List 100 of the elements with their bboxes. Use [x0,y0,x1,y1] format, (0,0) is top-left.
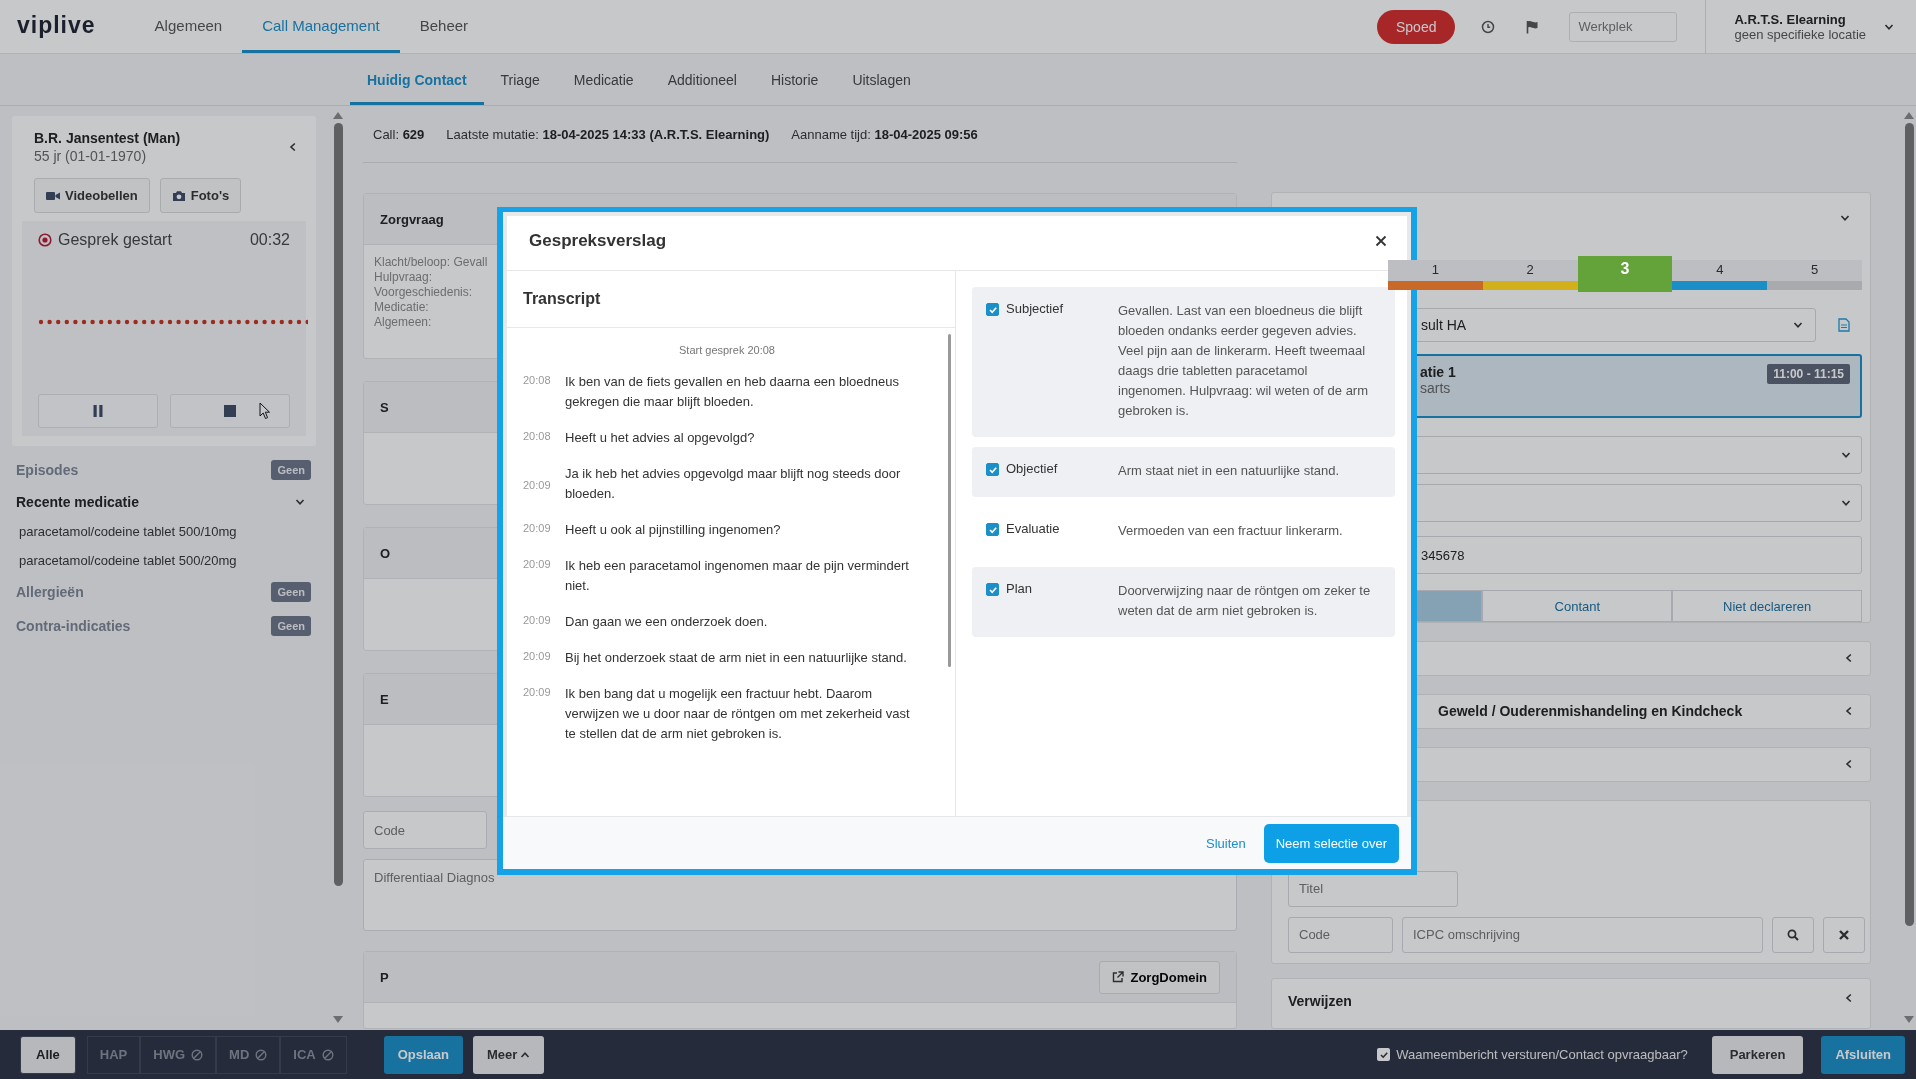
checkbox[interactable] [986,583,999,596]
chevron-icon[interactable] [1793,320,1803,330]
scrollbar-thumb[interactable] [333,123,343,886]
chevron-icon[interactable] [1844,759,1854,770]
checkbox[interactable] [986,523,999,536]
sub-tab[interactable]: Additioneel [650,57,754,105]
message-text: Ik ben bang dat u mogelijk een fractuur hebt. Daarom verwijzen we u door naar de röntgen om met zekerheid vast te stellen dat de arm niet gebroken is. [565,685,911,743]
payment-option[interactable]: Contant [1482,590,1673,622]
chevron-icon[interactable] [1841,498,1851,508]
user-name: A.R.T.S. Elearning [1734,11,1847,27]
close-link[interactable]: Sluiten [1197,827,1254,859]
section-title[interactable]: Recente medicatie [16,494,139,510]
call-status: Gesprek gestart [58,231,172,249]
panel-title: O [380,545,391,561]
section-text: Arm staat niet in een natuurlijke stand. [1118,462,1340,480]
video-call-button[interactable]: Videobellen [34,178,150,213]
section-text: Doorverwijzing naar de röntgen om zeker te weten dat de arm niet gebroken is. [1118,582,1372,620]
section-label: Subjectief [1006,301,1065,316]
message-time: 20:09 [523,649,552,662]
scrollbar-thumb[interactable] [948,334,951,667]
nav-tab[interactable]: Beheer [399,0,489,53]
message-text: Heeft u ook al pijnstilling ingenomen? [565,521,781,539]
checkbox[interactable] [986,463,999,476]
dialog-title: Gespreksverslag [529,231,667,251]
blocked-icon [321,1048,334,1061]
transcript-start: Start gesprek 20:08 [679,344,775,356]
close-icon [1838,928,1850,941]
chevron-icon[interactable] [1844,993,1854,1004]
urgency-level[interactable]: 2 [1482,260,1578,290]
message-text: Dan gaan we een onderzoek doen. [565,613,768,631]
report-section[interactable]: Objectief Arm staat niet in een natuurlijke stand. [972,447,1395,497]
sub-tab[interactable]: Triage [483,57,557,105]
urgency-level[interactable]: 4 [1672,260,1768,290]
chevron-icon[interactable] [1844,706,1854,717]
blocked-icon [191,1048,204,1061]
chevron-icon[interactable] [288,142,298,152]
chevron-icon[interactable] [1841,450,1851,460]
clear-button[interactable] [1823,916,1865,953]
blocked-icon [255,1048,268,1061]
message-time: 20:09 [523,613,552,626]
scroll-down-icon[interactable] [333,1016,343,1023]
stop-icon [224,405,236,417]
medication-item[interactable]: paracetamol/codeine tablet 500/20mg [19,553,316,568]
app-logo[interactable]: viplive [17,12,96,39]
chevron-icon[interactable] [1840,213,1850,223]
urgency-level[interactable]: 1 [1388,260,1483,290]
panel-title: Geweld / Ouderenmishandeling en Kindcheck [1438,703,1743,720]
call-info: Aanname tijd: 18-04-2025 09:56 [791,126,978,142]
checkbox-label[interactable]: Waameembericht versturen/Contact opvraagbaar? [1396,1047,1688,1062]
checkbox[interactable] [1377,1048,1391,1061]
question-line: Voorgeschiedenis: [374,285,473,300]
document-icon[interactable] [1838,318,1850,332]
count-badge: Geen [271,582,311,602]
code-field[interactable]: Code [363,811,487,849]
stop-button[interactable] [170,394,290,428]
message-text: Ik heb een paracetamol ingenomen maar de pijn vermindert niet. [565,557,910,595]
nav-tab[interactable]: Algemeen [134,0,243,53]
description-field[interactable]: ICPC omschrijving [1402,916,1763,953]
photos-button[interactable]: Foto's [159,178,242,213]
panel-title: Zorgvraag [380,211,444,227]
medication-item[interactable]: paracetamol/codeine tablet 500/10mg [19,524,316,539]
question-line: Medicatie: [374,300,429,315]
report-section[interactable]: Evaluatie Vermoeden van een fractuur linkerarm. [972,507,1395,557]
more-button[interactable]: Meer [473,1035,545,1074]
report-section[interactable]: Plan Doorverwijzing naar de röntgen om zeker te weten dat de arm niet gebroken is. [972,567,1395,637]
scroll-down-icon[interactable] [1904,1016,1914,1023]
chevron-icon[interactable] [295,497,305,507]
record-icon [38,233,52,247]
section-text: Gevallen. Last van een bloedneus die blijft bloeden ondanks eerder gegeven advies. Veel pijn aan de linkerarm. Heeft tweemaal daags drie tabletten paracetamol ingenomen. Hulpvraag: wil weten of de arm gebroken is. [1118,302,1370,420]
clock-icon[interactable] [1481,19,1496,34]
sub-tab[interactable]: Medicatie [556,57,651,105]
close-icon[interactable] [1375,235,1387,247]
report-section[interactable] [972,287,1395,437]
panel-title: Verwijzen [1288,993,1352,1010]
urgent-button[interactable]: Spoed [1377,9,1456,44]
filter-button[interactable]: Alle [20,1035,76,1074]
sub-tab[interactable]: Uitslagen [835,57,928,105]
question-line: Algemeen: [374,315,432,330]
external-link-icon [1112,971,1125,983]
message-time: 20:09 [523,685,552,698]
call-info: Laatste mutatie: 18-04-2025 14:33 (A.R.T.S. Elearning) [446,126,770,142]
message-time: 20:09 [523,557,552,570]
zorgdomein-button[interactable]: ZorgDomein [1099,960,1220,994]
park-button[interactable]: Parkeren [1711,1035,1804,1074]
urgency-level[interactable]: 5 [1767,260,1862,290]
video-camera-icon [46,190,60,201]
sub-tab[interactable]: Historie [753,57,836,105]
payment-option[interactable]: Niet declareren [1672,590,1862,622]
flag-icon[interactable] [1525,19,1540,34]
time-badge: 11:00 - 11:15 [1767,364,1850,384]
code-field[interactable]: Code [1288,916,1393,953]
workplace-field[interactable]: Werkplek [1569,11,1678,42]
collapsed-panel[interactable]: Verwijzen [1271,978,1871,1029]
count-badge: Geen [271,616,311,636]
panel-title: P [380,969,389,985]
scrollbar-thumb[interactable] [1904,123,1914,926]
call-info: Call: 629 [373,126,425,142]
chevron-icon[interactable] [1844,653,1854,664]
search-button[interactable] [1772,916,1814,953]
checkbox[interactable] [986,303,999,316]
